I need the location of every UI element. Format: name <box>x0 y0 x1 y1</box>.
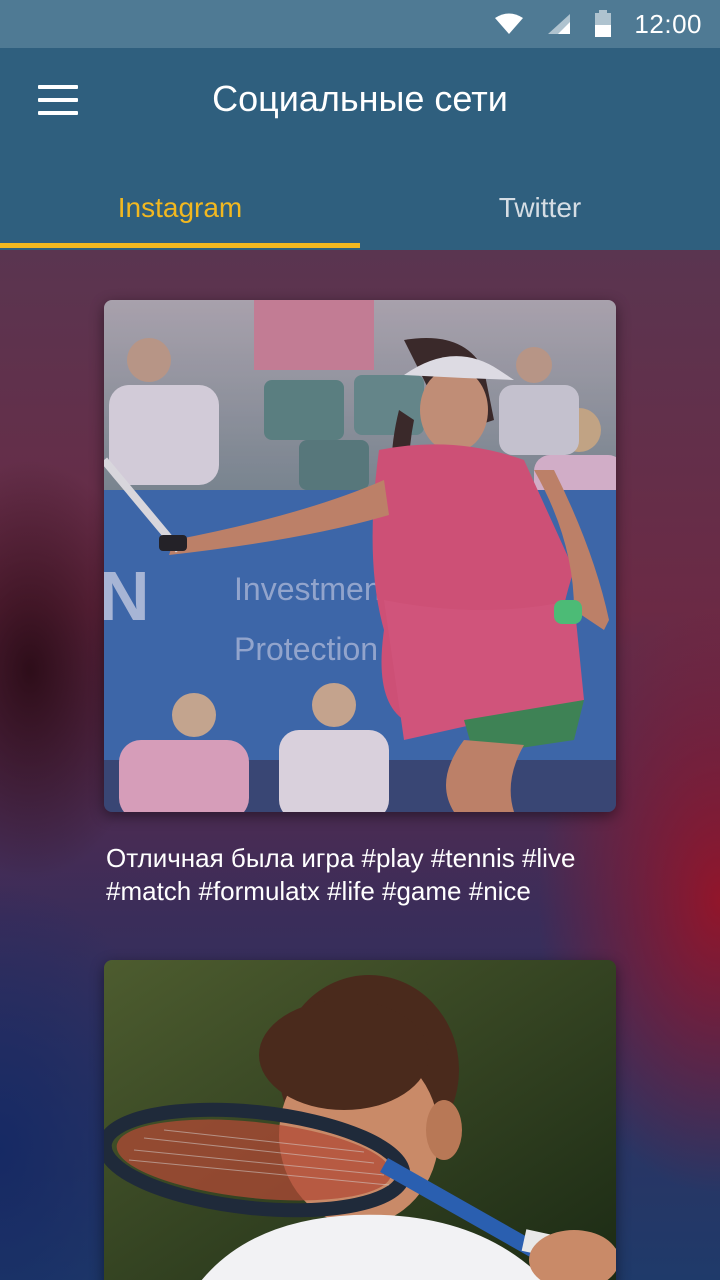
post-image[interactable] <box>104 960 616 1280</box>
status-time: 12:00 <box>634 8 702 39</box>
tab-bar: Instagram Twitter <box>0 166 720 250</box>
post-caption: Отличная была игра #play #tennis #live #… <box>106 843 576 906</box>
wifi-icon <box>494 12 524 36</box>
app-bar: Социальные сети Instagram Twitter <box>0 48 720 250</box>
app-title: Социальные сети <box>212 78 508 119</box>
tab-indicator <box>0 243 360 248</box>
post-image[interactable]: N Investment Protection <box>104 300 616 812</box>
tab-instagram[interactable]: Instagram <box>0 166 360 250</box>
battery-icon <box>594 10 612 38</box>
tab-twitter[interactable]: Twitter <box>360 166 720 250</box>
status-bar: 12:00 <box>0 0 720 48</box>
cellular-signal-icon <box>546 12 572 36</box>
